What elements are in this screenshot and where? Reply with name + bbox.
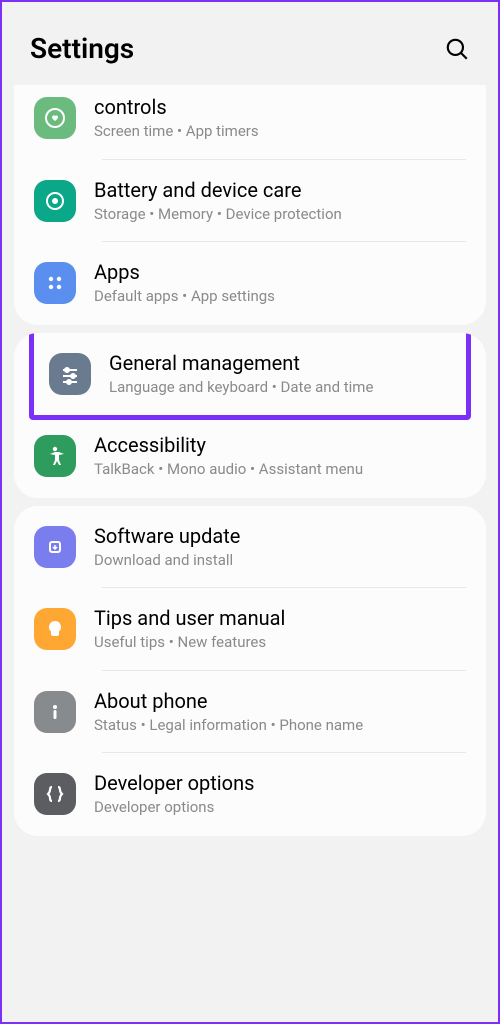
item-text: Apps Default apps • App settings <box>94 260 466 307</box>
settings-item-accessibility[interactable]: Accessibility TalkBack • Mono audio • As… <box>14 415 486 498</box>
braces-icon <box>34 773 76 815</box>
item-text: Battery and device care Storage • Memory… <box>94 178 466 225</box>
settings-item-apps[interactable]: Apps Default apps • App settings <box>14 242 486 325</box>
item-text: General management Language and keyboard… <box>109 351 451 398</box>
search-icon[interactable] <box>444 36 470 62</box>
item-text: Developer options Developer options <box>94 771 466 818</box>
settings-item-software[interactable]: Software update Download and install <box>14 506 486 589</box>
item-title: Accessibility <box>94 433 466 457</box>
item-title: Developer options <box>94 771 466 795</box>
person-icon <box>34 435 76 477</box>
page-title: Settings <box>30 32 134 65</box>
heart-circle-icon <box>34 97 76 139</box>
settings-item-controls[interactable]: controls Screen time • App timers <box>14 85 486 160</box>
item-subtitle: Developer options <box>94 798 466 818</box>
item-subtitle: Useful tips • New features <box>94 633 466 653</box>
item-text: Software update Download and install <box>94 524 466 571</box>
settings-item-general[interactable]: General management Language and keyboard… <box>29 333 471 416</box>
settings-item-about[interactable]: About phone Status • Legal information •… <box>14 671 486 754</box>
item-title: Apps <box>94 260 466 284</box>
item-text: About phone Status • Legal information •… <box>94 689 466 736</box>
header: Settings <box>2 2 498 85</box>
item-title: General management <box>109 351 451 375</box>
item-subtitle: TalkBack • Mono audio • Assistant menu <box>94 460 466 480</box>
item-subtitle: Screen time • App timers <box>94 122 466 142</box>
settings-item-developer[interactable]: Developer options Developer options <box>14 753 486 836</box>
item-title: controls <box>94 95 466 119</box>
item-subtitle: Status • Legal information • Phone name <box>94 716 466 736</box>
info-icon <box>34 691 76 733</box>
download-icon <box>34 526 76 568</box>
item-subtitle: Storage • Memory • Device protection <box>94 205 466 225</box>
item-subtitle: Language and keyboard • Date and time <box>109 378 451 398</box>
settings-card: controls Screen time • App timers Batter… <box>14 85 486 325</box>
item-title: Software update <box>94 524 466 548</box>
refresh-icon <box>34 180 76 222</box>
item-text: controls Screen time • App timers <box>94 95 466 142</box>
settings-card: General management Language and keyboard… <box>14 333 486 498</box>
grid-icon <box>34 262 76 304</box>
item-subtitle: Download and install <box>94 551 466 571</box>
settings-item-battery[interactable]: Battery and device care Storage • Memory… <box>14 160 486 243</box>
item-title: Tips and user manual <box>94 606 466 630</box>
sliders-icon <box>49 353 91 395</box>
highlighted-item: General management Language and keyboard… <box>29 333 471 421</box>
item-title: Battery and device care <box>94 178 466 202</box>
item-text: Tips and user manual Useful tips • New f… <box>94 606 466 653</box>
settings-card: Software update Download and install Tip… <box>14 506 486 836</box>
item-text: Accessibility TalkBack • Mono audio • As… <box>94 433 466 480</box>
item-subtitle: Default apps • App settings <box>94 287 466 307</box>
item-title: About phone <box>94 689 466 713</box>
settings-item-tips[interactable]: Tips and user manual Useful tips • New f… <box>14 588 486 671</box>
bulb-icon <box>34 608 76 650</box>
